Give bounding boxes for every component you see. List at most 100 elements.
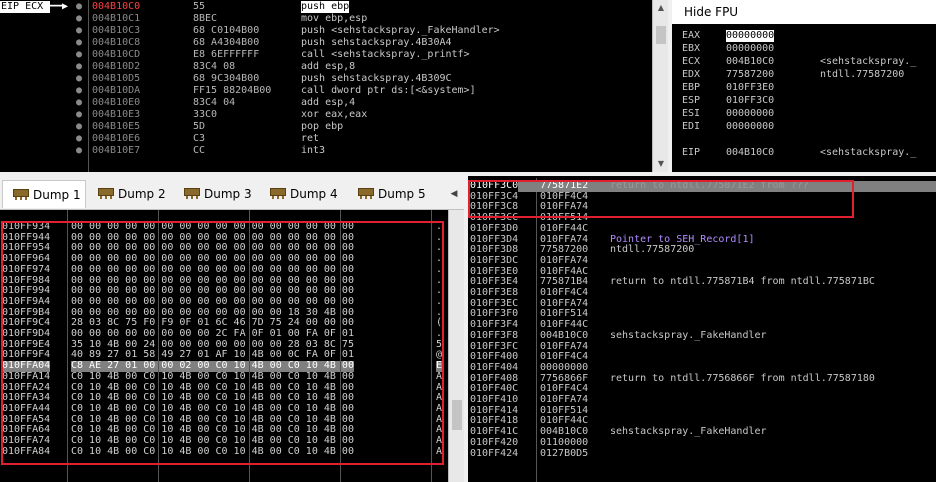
stack-row[interactable]: 010FF408 7756866F return to ntdll.7756866F…	[468, 373, 936, 385]
stack-row[interactable]: 010FF3E8 010FF4C4	[468, 287, 936, 299]
disasm-bytes: 83C4 04	[193, 97, 236, 108]
stack-row[interactable]: 010FF420 01100000	[468, 437, 936, 449]
tab-dump-5[interactable]: Dump 5	[348, 180, 434, 208]
breakpoint-dot-icon[interactable]: ●	[76, 145, 84, 157]
dump-hex-bytes[interactable]: C0 10 4B 00 C0 10 4B 00 C0 10 4B 00 C0 1…	[71, 446, 354, 458]
disasm-bytes: 5D	[193, 121, 206, 132]
breakpoint-dot-icon[interactable]: ●	[76, 1, 84, 13]
disasm-bytes: CC	[193, 145, 206, 156]
dump-hex-bytes[interactable]: 00 00 00 00 00 00 00 00 00 00 00 00 00 0…	[71, 264, 354, 276]
breakpoint-dot-icon[interactable]: ●	[76, 25, 84, 37]
stack-row[interactable]: 010FF410 010FFA74	[468, 394, 936, 406]
breakpoint-dot-icon[interactable]: ●	[76, 13, 84, 25]
stack-row[interactable]: 010FF3F0 010FF514	[468, 309, 936, 320]
breakpoint-dot-icon[interactable]: ●	[76, 97, 84, 109]
disasm-address: 004B10D2	[92, 61, 141, 72]
disassembly-pane[interactable]: EIP ECX ━━▶ ● 004B10C0 55 push ebp ● 004B10C1 8B…	[0, 0, 668, 172]
disasm-row[interactable]: ● 004B10D5 68 9C304B00 push sehstackspray.4…	[0, 73, 652, 85]
disasm-row[interactable]: ● 004B10DA FF15 88204B00 call dword ptr ds:…	[0, 85, 652, 97]
stack-row[interactable]: 010FF3DC 010FFA74	[468, 255, 936, 267]
stack-row[interactable]: 010FF3FC 010FFA74	[468, 341, 936, 353]
stack-value[interactable]: 0127B0D5	[540, 448, 588, 460]
disasm-address: 004B10C0	[92, 1, 141, 12]
stack-row[interactable]: 010FF3C0 775871E2 return to ntdll.775871E2…	[468, 180, 936, 192]
disasm-row[interactable]: ● 004B10C8 68 A4304B00 push sehstackspray.4…	[0, 37, 652, 49]
stack-value[interactable]: 004B10C0	[540, 330, 588, 342]
registers-pane[interactable]: Hide FPU EAX 00000000 EBX 00000000 ECX 004B10…	[672, 0, 936, 172]
stack-row[interactable]: 010FF3E4 775871B4 return to ntdll.775871B4…	[468, 277, 936, 288]
stack-address: 010FF404	[470, 361, 519, 373]
stack-value[interactable]: 010FFA74	[540, 255, 588, 267]
scrollbar-thumb[interactable]	[452, 400, 462, 430]
dump-hex-bytes[interactable]: 00 00 00 00 00 00 00 00 00 00 00 00 00 0…	[71, 296, 354, 308]
register-value[interactable]: 010FF3E0	[726, 82, 774, 94]
register-comment: <sehstackspray._	[820, 56, 917, 67]
stack-row[interactable]: 010FF424 0127B0D5	[468, 448, 936, 460]
register-value[interactable]: 00000000	[726, 108, 774, 120]
dump-address: 010FFA84	[2, 445, 51, 457]
scrollbar-thumb[interactable]	[656, 26, 666, 44]
disasm-row[interactable]: ● 004B10D2 83C4 08 add esp,8	[0, 61, 652, 73]
stack-value[interactable]: 00000000	[540, 362, 588, 374]
disasm-row[interactable]: ● 004B10C1 8BEC mov ebp,esp	[0, 13, 652, 25]
stack-row[interactable]: 010FF414 010FF514	[468, 405, 936, 417]
breakpoint-dot-icon[interactable]: ●	[76, 61, 84, 73]
breakpoint-dot-icon[interactable]: ●	[76, 121, 84, 133]
stack-row[interactable]: 010FF3C8 010FFA74	[468, 202, 936, 213]
disasm-address: 004B10C8	[92, 37, 141, 48]
dump-scrollbar[interactable]	[448, 210, 464, 482]
register-value[interactable]: 004B10C0	[726, 56, 774, 68]
breakpoint-dot-icon[interactable]: ●	[76, 49, 84, 61]
breakpoint-dot-icon[interactable]: ●	[76, 109, 84, 121]
stack-value[interactable]: 010FF44C	[540, 223, 588, 235]
breakpoint-dot-icon[interactable]: ●	[76, 85, 84, 97]
tab-dump-3[interactable]: Dump 3	[174, 180, 258, 208]
stack-row[interactable]: 010FF3EC 010FFA74	[468, 298, 936, 310]
disasm-row[interactable]: ● 004B10E6 C3 ret	[0, 133, 652, 145]
tab-dump-1[interactable]: Dump 1	[2, 180, 86, 208]
stack-row[interactable]: 010FF41C 004B10C0 sehstackspray._FakeHandl…	[468, 426, 936, 438]
tab-dump-2[interactable]: Dump 2	[88, 180, 172, 208]
stack-address: 010FF3D0	[470, 222, 519, 234]
memory-dump-icon	[184, 188, 200, 199]
stack-row[interactable]: 010FF40C 010FF4C4	[468, 384, 936, 395]
stack-row[interactable]: 010FF404 00000000	[468, 361, 936, 374]
disasm-row[interactable]: ● 004B10E0 83C4 04 add esp,4	[0, 97, 652, 109]
stack-row[interactable]: 010FF3D0 010FF44C	[468, 222, 936, 235]
register-value[interactable]: 00000000	[726, 121, 774, 133]
stack-row[interactable]: 010FF3F8 004B10C0 sehstackspray._FakeHandl…	[468, 330, 936, 342]
breakpoint-dot-icon[interactable]: ●	[76, 73, 84, 85]
stack-pane[interactable]: 010FF3C0 775871E2 return to ntdll.775871E2…	[468, 178, 936, 482]
register-value[interactable]: 010FF3C0	[726, 95, 774, 107]
stack-row[interactable]: 010FF3D8 77587200 ntdll.77587200	[468, 244, 936, 256]
disasm-row[interactable]: ● 004B10E3 33C0 xor eax,eax	[0, 109, 652, 121]
disassembly-scrollbar[interactable]: ▲ ▼	[652, 0, 668, 172]
scroll-up-icon[interactable]: ▲	[653, 0, 668, 16]
register-value[interactable]: 77587200	[726, 69, 774, 81]
breakpoint-dot-icon[interactable]: ●	[76, 133, 84, 145]
hide-fpu-button[interactable]: Hide FPU	[672, 0, 936, 24]
disasm-row[interactable]: EIP ECX ━━▶ ● 004B10C0 55 push ebp	[0, 1, 652, 13]
register-value[interactable]: 004B10C0	[726, 147, 774, 159]
dump-column-divider	[67, 210, 68, 482]
scroll-down-icon[interactable]: ▼	[653, 156, 668, 172]
register-name: EDI	[682, 121, 701, 132]
stack-row[interactable]: 010FF400 010FF4C4	[468, 351, 936, 363]
breakpoint-dot-icon[interactable]: ●	[76, 37, 84, 49]
register-value[interactable]: 00000000	[726, 30, 775, 42]
dump-pane[interactable]: 010FF934 00 00 00 00 00 00 00 00 00 00 00…	[0, 210, 464, 482]
disasm-row[interactable]: ● 004B10E5 5D pop ebp	[0, 121, 652, 133]
stack-row[interactable]: 010FF3CC 010FF514	[468, 212, 936, 224]
disasm-row[interactable]: ● 004B10CD E8 6EFFFFFF call <sehstackspray.…	[0, 49, 652, 61]
tab-scroll-icon[interactable]: ◀	[446, 184, 462, 204]
register-value[interactable]: 00000000	[726, 43, 774, 55]
disasm-instruction: int3	[301, 145, 326, 156]
stack-row[interactable]: 010FF3D4 010FFA74 Pointer to SEH_Record[1]	[468, 234, 936, 246]
disasm-row[interactable]: ● 004B10C3 68 C0104B00 push <sehstackspray.…	[0, 25, 652, 37]
disasm-row[interactable]: ● 004B10E7 CC int3	[0, 145, 652, 157]
tab-dump-4[interactable]: Dump 4	[260, 180, 344, 208]
dump-hex-bytes[interactable]: C0 10 4B 00 C0 10 4B 00 C0 10 4B 00 C0 1…	[71, 371, 354, 383]
stack-value[interactable]: 01100000	[540, 437, 588, 449]
stack-row[interactable]: 010FF3C4 010FF4C4	[468, 191, 936, 203]
dump-hex-bytes[interactable]: C0 10 4B 00 C0 10 4B 00 C0 10 4B 00 C0 1…	[71, 403, 354, 415]
